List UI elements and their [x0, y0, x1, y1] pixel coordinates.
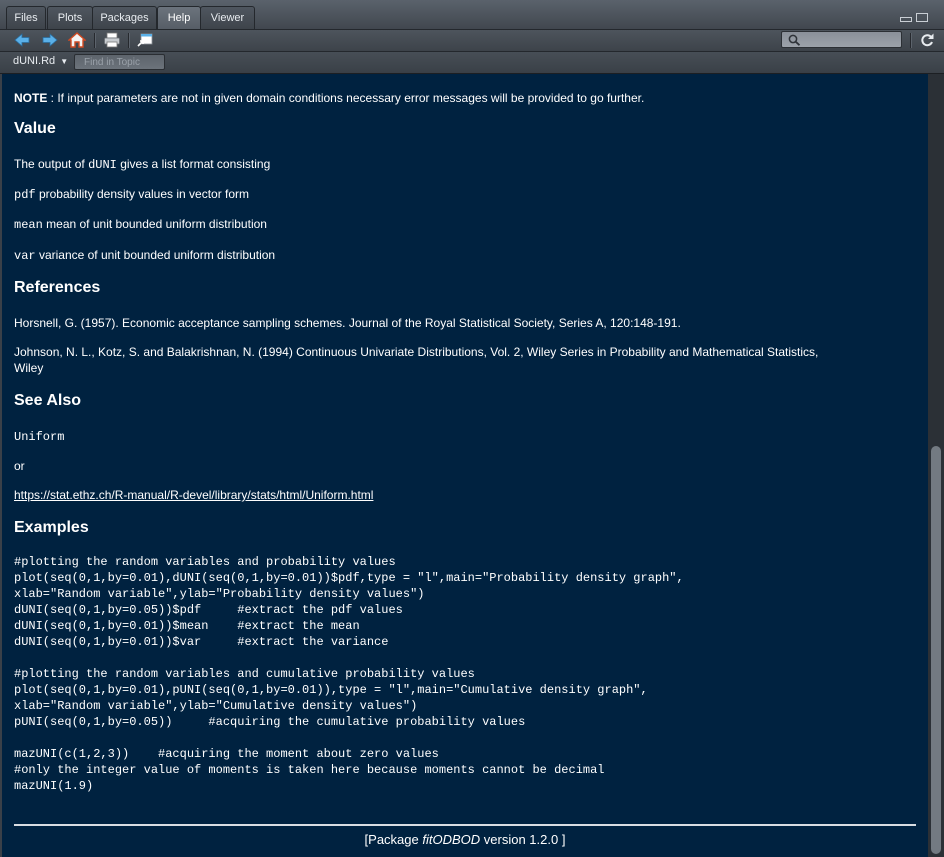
- value-intro-code: dUNI: [88, 158, 117, 172]
- chevron-down-icon: ▼: [60, 57, 69, 66]
- value-item-text: variance of unit bounded uniform distrib…: [35, 248, 276, 262]
- value-item-code: var: [14, 249, 36, 263]
- package-footer: [Package fitODBOD version 1.2.0 ]: [2, 832, 928, 847]
- value-item-text: probability density values in vector for…: [35, 187, 250, 201]
- value-item: var variance of unit bounded uniform dis…: [14, 247, 275, 264]
- examples-code-block: #plotting the random variables and proba…: [14, 555, 684, 793]
- toolbar-separator: [910, 33, 912, 48]
- help-toolbar: [0, 30, 944, 52]
- value-item: pdf probability density values in vector…: [14, 186, 249, 203]
- reference-item-continued: Wiley: [14, 361, 44, 375]
- value-item: mean mean of unit bounded uniform distri…: [14, 216, 267, 233]
- note-label: NOTE: [14, 91, 48, 105]
- help-content: NOTE : If input parameters are not in gi…: [2, 74, 928, 857]
- topic-dropdown[interactable]: dUNI.Rd ▼: [13, 55, 68, 67]
- show-in-new-window-icon[interactable]: [136, 32, 154, 48]
- back-arrow-icon[interactable]: [13, 32, 31, 48]
- see-also-code: Uniform: [14, 428, 64, 445]
- tab-viewer[interactable]: Viewer: [200, 6, 255, 29]
- find-in-topic-input[interactable]: Find in Topic: [74, 54, 165, 70]
- value-intro-text: The output of: [14, 157, 89, 171]
- vertical-scrollbar[interactable]: [928, 74, 944, 857]
- minimize-pane-icon[interactable]: [900, 17, 912, 22]
- references-heading: References: [14, 279, 101, 296]
- toolbar-separator: [94, 33, 96, 48]
- see-also-heading: See Also: [14, 392, 81, 409]
- search-icon: [788, 34, 801, 46]
- value-item-text: mean of unit bounded uniform distributio…: [42, 217, 267, 231]
- forward-arrow-icon[interactable]: [41, 32, 59, 48]
- scrollbar-thumb[interactable]: [931, 446, 941, 854]
- uniform-code: Uniform: [14, 430, 65, 444]
- tab-packages[interactable]: Packages: [92, 6, 157, 29]
- value-intro-text-end: gives a list format consisting: [116, 157, 271, 171]
- examples-heading: Examples: [14, 519, 89, 536]
- topic-name: dUNI.Rd: [13, 55, 56, 67]
- tab-files[interactable]: Files: [6, 6, 46, 29]
- reference-item: Horsnell, G. (1957). Economic acceptance…: [14, 316, 681, 330]
- see-also-link-line: https://stat.ethz.ch/R-manual/R-devel/li…: [14, 487, 373, 503]
- footer-text: [Package: [364, 832, 423, 847]
- value-heading: Value: [14, 120, 56, 137]
- home-icon[interactable]: [68, 32, 86, 48]
- help-search-input[interactable]: [781, 31, 902, 48]
- tab-help[interactable]: Help: [157, 6, 201, 29]
- footer-package-name: fitODBOD: [422, 832, 481, 847]
- tab-plots[interactable]: Plots: [47, 6, 93, 29]
- reference-item: Johnson, N. L., Kotz, S. and Balakrishna…: [14, 345, 819, 359]
- note-paragraph: NOTE : If input parameters are not in gi…: [14, 90, 644, 106]
- refresh-icon[interactable]: [918, 32, 936, 48]
- topic-bar: dUNI.Rd ▼ Find in Topic: [0, 52, 944, 74]
- value-intro: The output of dUNI gives a list format c…: [14, 156, 270, 173]
- value-item-code: mean: [14, 218, 43, 232]
- value-item-code: pdf: [14, 188, 36, 202]
- note-text: : If input parameters are not in given d…: [47, 91, 645, 105]
- toolbar-separator: [128, 33, 130, 48]
- footer-version: version 1.2.0 ]: [480, 832, 566, 847]
- footer-divider: [14, 824, 916, 826]
- print-icon[interactable]: [103, 32, 121, 48]
- maximize-pane-icon[interactable]: [916, 13, 928, 22]
- see-also-or: or: [14, 459, 25, 473]
- uniform-doc-link[interactable]: https://stat.ethz.ch/R-manual/R-devel/li…: [14, 488, 373, 502]
- pane-tab-bar: Files Plots Packages Help Viewer: [0, 0, 944, 30]
